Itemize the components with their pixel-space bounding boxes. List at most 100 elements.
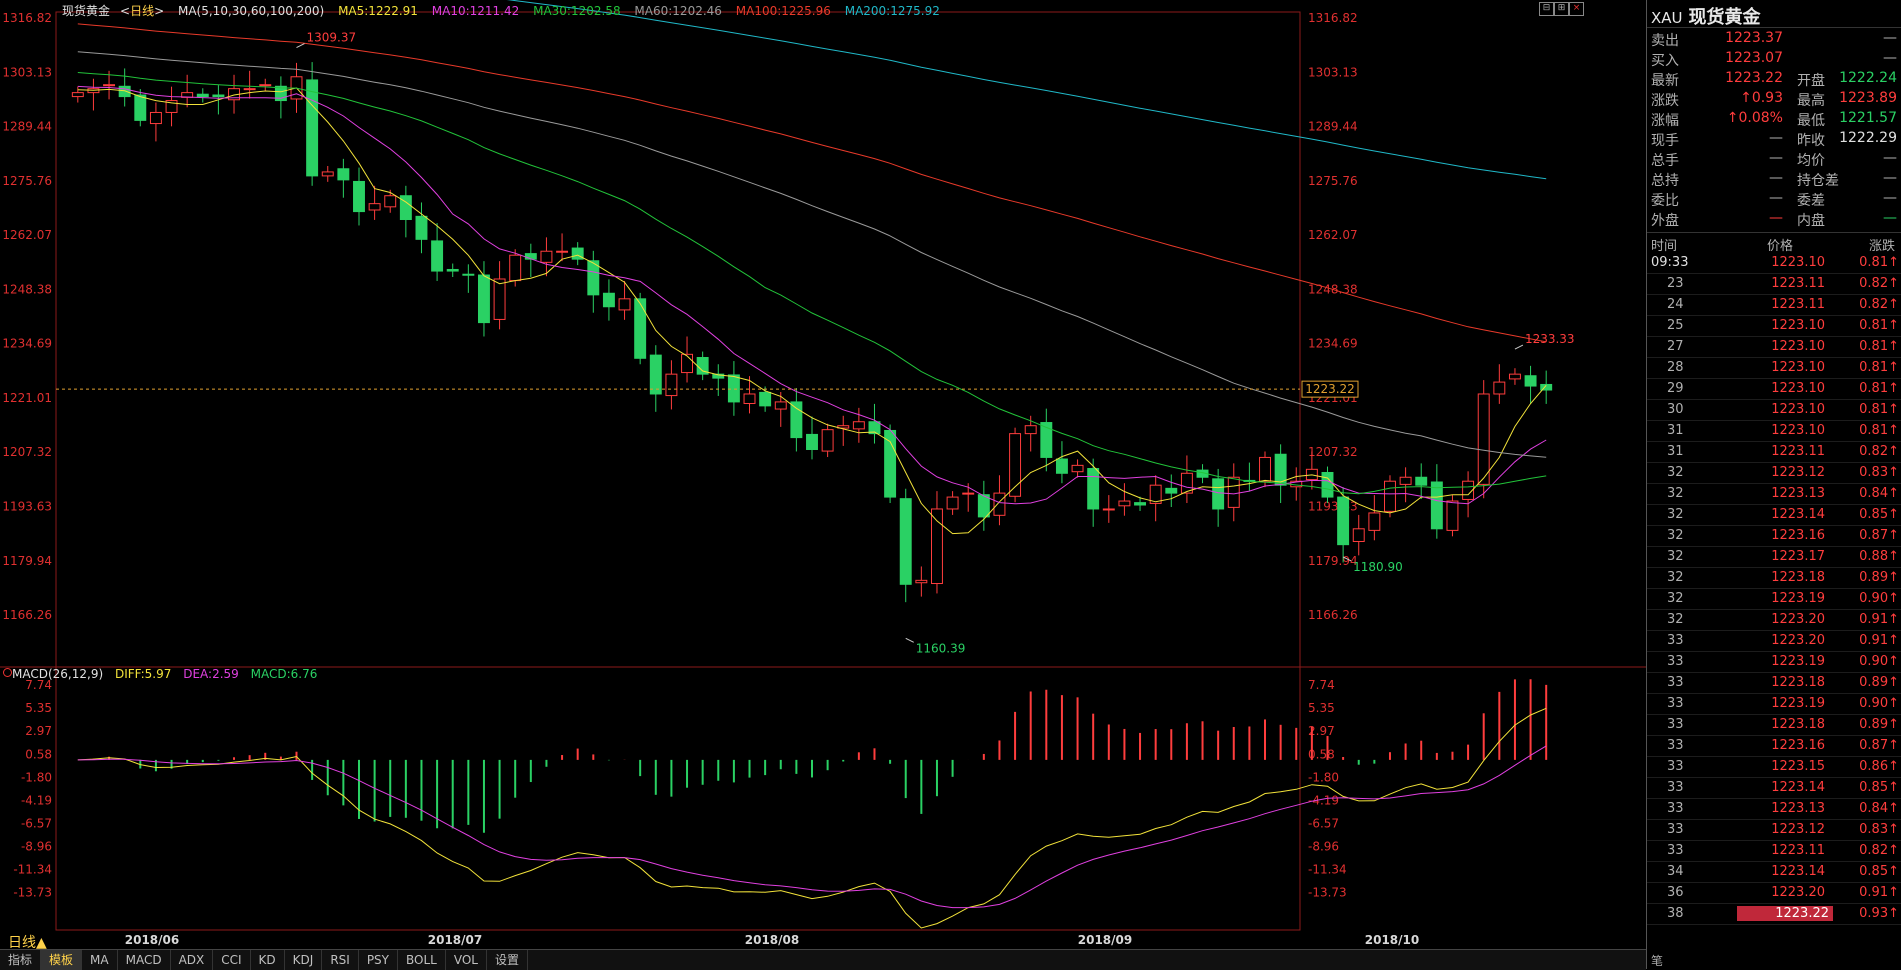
diff-label: DIFF:5.97 — [114, 667, 172, 681]
tick-row[interactable]: 32 1223.13 0.84↑ — [1647, 484, 1901, 505]
ma60-label: MA60:1202.46 — [634, 4, 722, 18]
quote-label: 开盘 — [1797, 73, 1825, 89]
macd-settings-icon[interactable] — [3, 668, 12, 677]
tick-change: 0.89↑ — [1859, 570, 1899, 585]
tick-row[interactable]: 32 1223.14 0.85↑ — [1647, 505, 1901, 526]
tick-row[interactable]: 27 1223.10 0.81↑ — [1647, 337, 1901, 358]
tick-row[interactable]: 33 1223.13 0.84↑ — [1647, 799, 1901, 820]
tick-row[interactable]: 29 1223.10 0.81↑ — [1647, 379, 1901, 400]
tick-row[interactable]: 33 1223.20 0.91↑ — [1647, 631, 1901, 652]
tick-time: 38 — [1667, 906, 1684, 921]
tick-row[interactable]: 33 1223.14 0.85↑ — [1647, 778, 1901, 799]
tick-row[interactable]: 09:33 1223.10 0.81↑ — [1647, 253, 1901, 274]
tick-change: 0.89↑ — [1859, 717, 1899, 732]
indicator-tab[interactable]: MA — [82, 950, 118, 970]
candle-body — [1071, 464, 1084, 473]
tick-row[interactable]: 25 1223.10 0.81↑ — [1647, 316, 1901, 337]
indicator-tab[interactable]: BOLL — [398, 950, 446, 970]
indicator-tab[interactable]: 指标 — [0, 950, 42, 970]
macd-value-label: MACD:6.76 — [250, 667, 318, 681]
tick-price: 1223.16 — [1771, 738, 1825, 753]
candle — [727, 361, 740, 416]
maximize-button[interactable]: ⊞ — [1554, 2, 1569, 16]
candle-body — [1118, 500, 1131, 507]
x-tick-label: 2018/07 — [428, 933, 482, 947]
tick-row[interactable]: 33 1223.18 0.89↑ — [1647, 673, 1901, 694]
indicator-tab[interactable]: ADX — [171, 950, 214, 970]
candle — [1040, 408, 1053, 472]
indicator-tab[interactable]: MACD — [118, 950, 171, 970]
candle — [602, 279, 615, 321]
tick-row[interactable]: 33 1223.11 0.82↑ — [1647, 841, 1901, 862]
tick-row[interactable]: 32 1223.20 0.91↑ — [1647, 610, 1901, 631]
candle-body — [415, 215, 428, 240]
tick-row[interactable]: 31 1223.11 0.82↑ — [1647, 442, 1901, 463]
tick-row[interactable]: 28 1223.10 0.81↑ — [1647, 358, 1901, 379]
tick-row[interactable]: 33 1223.19 0.90↑ — [1647, 652, 1901, 673]
minimize-button[interactable]: ⊟ — [1539, 2, 1554, 16]
quote-value: — — [1769, 210, 1783, 226]
candle-body — [493, 278, 506, 320]
candle — [790, 388, 803, 452]
candle-body — [634, 298, 647, 359]
panel-footer[interactable]: 笔 — [1651, 952, 1663, 969]
indicator-tab[interactable]: KD — [251, 950, 285, 970]
tick-row[interactable]: 32 1223.18 0.89↑ — [1647, 568, 1901, 589]
tick-row[interactable]: 34 1223.14 0.85↑ — [1647, 862, 1901, 883]
tick-change: 0.82↑ — [1859, 843, 1899, 858]
quote-value: — — [1883, 50, 1897, 66]
candle-body — [384, 195, 397, 208]
tick-row[interactable]: 36 1223.20 0.91↑ — [1647, 883, 1901, 904]
tick-row[interactable]: 33 1223.18 0.89↑ — [1647, 715, 1901, 736]
quote-label: 内盘 — [1797, 213, 1825, 229]
tick-change: 0.88↑ — [1859, 549, 1899, 564]
quote-label: 最低 — [1797, 113, 1825, 129]
indicator-tab[interactable]: KDJ — [285, 950, 323, 970]
candle — [181, 74, 194, 108]
tick-change: 0.81↑ — [1859, 423, 1899, 438]
tick-row[interactable]: 31 1223.10 0.81↑ — [1647, 421, 1901, 442]
tick-row[interactable]: 24 1223.11 0.82↑ — [1647, 295, 1901, 316]
tick-row[interactable]: 32 1223.17 0.88↑ — [1647, 547, 1901, 568]
indicator-toolbar: 指标 模板 MA MACD ADX CCI KD KDJ RSI PSY BOLL VOL 设置 — [0, 949, 1646, 970]
instrument-title: 现货黄金 <日线> — [62, 4, 165, 18]
tick-row[interactable]: 38 1223.22 0.93↑ — [1647, 904, 1901, 925]
tick-row[interactable]: 32 1223.19 0.90↑ — [1647, 589, 1901, 610]
macd-frame — [55, 666, 1301, 931]
tick-row[interactable]: 23 1223.11 0.82↑ — [1647, 274, 1901, 295]
candle — [946, 491, 959, 515]
tick-row[interactable]: 32 1223.12 0.83↑ — [1647, 463, 1901, 484]
quote-row: 涨跌 ↑0.93 最高 1223.89 — [1647, 90, 1901, 110]
indicator-tab[interactable]: RSI — [322, 950, 359, 970]
indicator-tab[interactable]: CCI — [213, 950, 251, 970]
candle-body — [821, 429, 834, 452]
tick-change: 0.83↑ — [1859, 822, 1899, 837]
tick-row[interactable]: 33 1223.15 0.86↑ — [1647, 757, 1901, 778]
candle — [806, 416, 818, 460]
macd-y-tick-right: -1.80 — [1308, 770, 1339, 784]
indicator-tab[interactable]: PSY — [359, 950, 398, 970]
chart-area[interactable]: 1316.82 1316.82 1303.13 1303.13 1289.44 1289.… — [0, 0, 1646, 969]
tick-row[interactable]: 33 1223.16 0.87↑ — [1647, 736, 1901, 757]
candle-body — [368, 203, 381, 211]
y-tick-label-right: 1289.44 — [1308, 120, 1358, 134]
tick-row[interactable]: 33 1223.19 0.90↑ — [1647, 694, 1901, 715]
tick-price: 1223.20 — [1771, 885, 1825, 900]
candle — [1524, 365, 1537, 404]
annotation-pointer — [1514, 344, 1524, 350]
indicator-tab[interactable]: 设置 — [487, 950, 528, 970]
tick-row[interactable]: 32 1223.16 0.87↑ — [1647, 526, 1901, 547]
tick-price: 1223.10 — [1771, 402, 1825, 417]
tick-row[interactable]: 33 1223.12 0.83↑ — [1647, 820, 1901, 841]
indicator-tab[interactable]: VOL — [446, 950, 487, 970]
candle — [384, 189, 397, 213]
close-button[interactable]: × — [1569, 2, 1584, 16]
indicator-tab[interactable]: 模板 — [41, 950, 83, 970]
y-tick-label-right: 1303.13 — [1308, 65, 1358, 79]
tick-row[interactable]: 30 1223.10 0.81↑ — [1647, 400, 1901, 421]
quote-label: 买入 — [1651, 53, 1679, 69]
tick-price: 1223.20 — [1771, 633, 1825, 648]
candle-body — [71, 92, 84, 98]
tick-change: 0.90↑ — [1859, 654, 1899, 669]
kline-chart[interactable]: 1316.82 1316.82 1303.13 1303.13 1289.44 1289.… — [0, 0, 1646, 969]
